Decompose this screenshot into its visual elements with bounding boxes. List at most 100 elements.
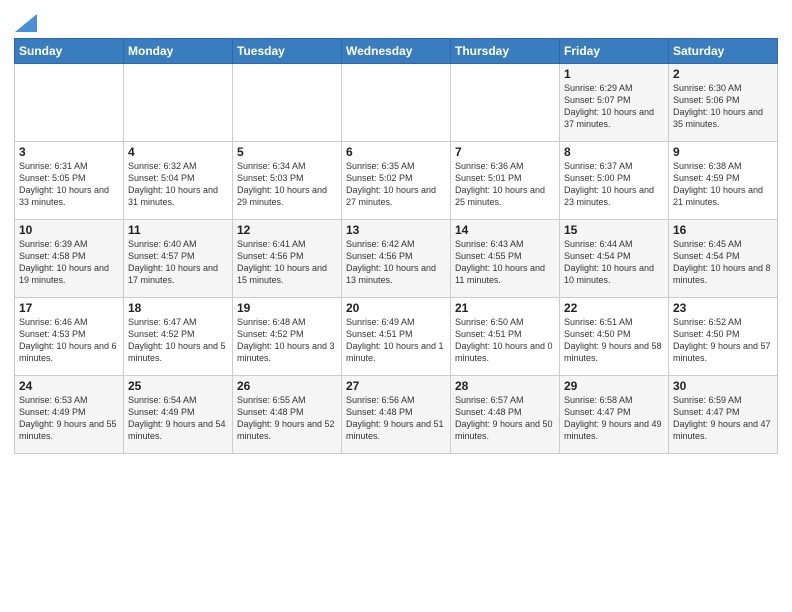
day-cell: 26Sunrise: 6:55 AM Sunset: 4:48 PM Dayli… [233, 376, 342, 454]
day-cell: 9Sunrise: 6:38 AM Sunset: 4:59 PM Daylig… [669, 142, 778, 220]
day-number: 2 [673, 67, 773, 81]
day-cell: 6Sunrise: 6:35 AM Sunset: 5:02 PM Daylig… [342, 142, 451, 220]
day-cell: 17Sunrise: 6:46 AM Sunset: 4:53 PM Dayli… [15, 298, 124, 376]
day-number: 21 [455, 301, 555, 315]
day-info: Sunrise: 6:55 AM Sunset: 4:48 PM Dayligh… [237, 394, 337, 443]
day-info: Sunrise: 6:50 AM Sunset: 4:51 PM Dayligh… [455, 316, 555, 365]
day-cell: 11Sunrise: 6:40 AM Sunset: 4:57 PM Dayli… [124, 220, 233, 298]
header-cell-friday: Friday [560, 39, 669, 64]
day-cell [15, 64, 124, 142]
day-cell: 1Sunrise: 6:29 AM Sunset: 5:07 PM Daylig… [560, 64, 669, 142]
day-cell: 2Sunrise: 6:30 AM Sunset: 5:06 PM Daylig… [669, 64, 778, 142]
day-number: 23 [673, 301, 773, 315]
day-number: 27 [346, 379, 446, 393]
day-info: Sunrise: 6:40 AM Sunset: 4:57 PM Dayligh… [128, 238, 228, 287]
day-number: 25 [128, 379, 228, 393]
day-info: Sunrise: 6:45 AM Sunset: 4:54 PM Dayligh… [673, 238, 773, 287]
header-row: SundayMondayTuesdayWednesdayThursdayFrid… [15, 39, 778, 64]
day-info: Sunrise: 6:29 AM Sunset: 5:07 PM Dayligh… [564, 82, 664, 131]
day-number: 8 [564, 145, 664, 159]
logo [14, 14, 37, 32]
day-cell: 27Sunrise: 6:56 AM Sunset: 4:48 PM Dayli… [342, 376, 451, 454]
day-cell: 23Sunrise: 6:52 AM Sunset: 4:50 PM Dayli… [669, 298, 778, 376]
day-number: 22 [564, 301, 664, 315]
day-info: Sunrise: 6:32 AM Sunset: 5:04 PM Dayligh… [128, 160, 228, 209]
day-cell: 21Sunrise: 6:50 AM Sunset: 4:51 PM Dayli… [451, 298, 560, 376]
day-cell [342, 64, 451, 142]
day-info: Sunrise: 6:42 AM Sunset: 4:56 PM Dayligh… [346, 238, 446, 287]
day-cell: 18Sunrise: 6:47 AM Sunset: 4:52 PM Dayli… [124, 298, 233, 376]
day-info: Sunrise: 6:34 AM Sunset: 5:03 PM Dayligh… [237, 160, 337, 209]
header-cell-tuesday: Tuesday [233, 39, 342, 64]
day-cell: 16Sunrise: 6:45 AM Sunset: 4:54 PM Dayli… [669, 220, 778, 298]
header-cell-thursday: Thursday [451, 39, 560, 64]
day-cell: 13Sunrise: 6:42 AM Sunset: 4:56 PM Dayli… [342, 220, 451, 298]
header-cell-wednesday: Wednesday [342, 39, 451, 64]
header-cell-saturday: Saturday [669, 39, 778, 64]
day-cell: 30Sunrise: 6:59 AM Sunset: 4:47 PM Dayli… [669, 376, 778, 454]
day-cell: 8Sunrise: 6:37 AM Sunset: 5:00 PM Daylig… [560, 142, 669, 220]
day-info: Sunrise: 6:30 AM Sunset: 5:06 PM Dayligh… [673, 82, 773, 131]
day-info: Sunrise: 6:47 AM Sunset: 4:52 PM Dayligh… [128, 316, 228, 365]
week-row-0: 1Sunrise: 6:29 AM Sunset: 5:07 PM Daylig… [15, 64, 778, 142]
day-cell: 4Sunrise: 6:32 AM Sunset: 5:04 PM Daylig… [124, 142, 233, 220]
day-info: Sunrise: 6:43 AM Sunset: 4:55 PM Dayligh… [455, 238, 555, 287]
day-info: Sunrise: 6:56 AM Sunset: 4:48 PM Dayligh… [346, 394, 446, 443]
day-number: 4 [128, 145, 228, 159]
logo-icon [15, 14, 37, 32]
day-number: 26 [237, 379, 337, 393]
day-number: 13 [346, 223, 446, 237]
week-row-4: 24Sunrise: 6:53 AM Sunset: 4:49 PM Dayli… [15, 376, 778, 454]
day-number: 29 [564, 379, 664, 393]
calendar-table: SundayMondayTuesdayWednesdayThursdayFrid… [14, 38, 778, 454]
day-cell: 22Sunrise: 6:51 AM Sunset: 4:50 PM Dayli… [560, 298, 669, 376]
day-cell: 7Sunrise: 6:36 AM Sunset: 5:01 PM Daylig… [451, 142, 560, 220]
day-cell: 5Sunrise: 6:34 AM Sunset: 5:03 PM Daylig… [233, 142, 342, 220]
day-info: Sunrise: 6:59 AM Sunset: 4:47 PM Dayligh… [673, 394, 773, 443]
day-info: Sunrise: 6:54 AM Sunset: 4:49 PM Dayligh… [128, 394, 228, 443]
day-cell: 14Sunrise: 6:43 AM Sunset: 4:55 PM Dayli… [451, 220, 560, 298]
day-number: 30 [673, 379, 773, 393]
day-info: Sunrise: 6:57 AM Sunset: 4:48 PM Dayligh… [455, 394, 555, 443]
day-number: 11 [128, 223, 228, 237]
header [14, 10, 778, 32]
day-cell: 15Sunrise: 6:44 AM Sunset: 4:54 PM Dayli… [560, 220, 669, 298]
day-number: 16 [673, 223, 773, 237]
page-container: SundayMondayTuesdayWednesdayThursdayFrid… [0, 0, 792, 464]
day-info: Sunrise: 6:38 AM Sunset: 4:59 PM Dayligh… [673, 160, 773, 209]
day-number: 18 [128, 301, 228, 315]
day-info: Sunrise: 6:44 AM Sunset: 4:54 PM Dayligh… [564, 238, 664, 287]
day-number: 14 [455, 223, 555, 237]
day-number: 20 [346, 301, 446, 315]
day-number: 5 [237, 145, 337, 159]
day-info: Sunrise: 6:36 AM Sunset: 5:01 PM Dayligh… [455, 160, 555, 209]
day-info: Sunrise: 6:46 AM Sunset: 4:53 PM Dayligh… [19, 316, 119, 365]
header-cell-monday: Monday [124, 39, 233, 64]
day-info: Sunrise: 6:58 AM Sunset: 4:47 PM Dayligh… [564, 394, 664, 443]
week-row-1: 3Sunrise: 6:31 AM Sunset: 5:05 PM Daylig… [15, 142, 778, 220]
day-number: 1 [564, 67, 664, 81]
day-info: Sunrise: 6:49 AM Sunset: 4:51 PM Dayligh… [346, 316, 446, 365]
day-cell: 10Sunrise: 6:39 AM Sunset: 4:58 PM Dayli… [15, 220, 124, 298]
day-cell [233, 64, 342, 142]
week-row-3: 17Sunrise: 6:46 AM Sunset: 4:53 PM Dayli… [15, 298, 778, 376]
day-number: 15 [564, 223, 664, 237]
day-info: Sunrise: 6:37 AM Sunset: 5:00 PM Dayligh… [564, 160, 664, 209]
day-number: 7 [455, 145, 555, 159]
day-cell: 19Sunrise: 6:48 AM Sunset: 4:52 PM Dayli… [233, 298, 342, 376]
day-cell: 28Sunrise: 6:57 AM Sunset: 4:48 PM Dayli… [451, 376, 560, 454]
day-info: Sunrise: 6:51 AM Sunset: 4:50 PM Dayligh… [564, 316, 664, 365]
day-number: 24 [19, 379, 119, 393]
header-cell-sunday: Sunday [15, 39, 124, 64]
day-info: Sunrise: 6:52 AM Sunset: 4:50 PM Dayligh… [673, 316, 773, 365]
day-number: 6 [346, 145, 446, 159]
day-number: 3 [19, 145, 119, 159]
day-info: Sunrise: 6:48 AM Sunset: 4:52 PM Dayligh… [237, 316, 337, 365]
day-info: Sunrise: 6:31 AM Sunset: 5:05 PM Dayligh… [19, 160, 119, 209]
day-number: 17 [19, 301, 119, 315]
day-info: Sunrise: 6:35 AM Sunset: 5:02 PM Dayligh… [346, 160, 446, 209]
day-cell: 25Sunrise: 6:54 AM Sunset: 4:49 PM Dayli… [124, 376, 233, 454]
day-cell: 12Sunrise: 6:41 AM Sunset: 4:56 PM Dayli… [233, 220, 342, 298]
day-info: Sunrise: 6:39 AM Sunset: 4:58 PM Dayligh… [19, 238, 119, 287]
day-cell: 24Sunrise: 6:53 AM Sunset: 4:49 PM Dayli… [15, 376, 124, 454]
